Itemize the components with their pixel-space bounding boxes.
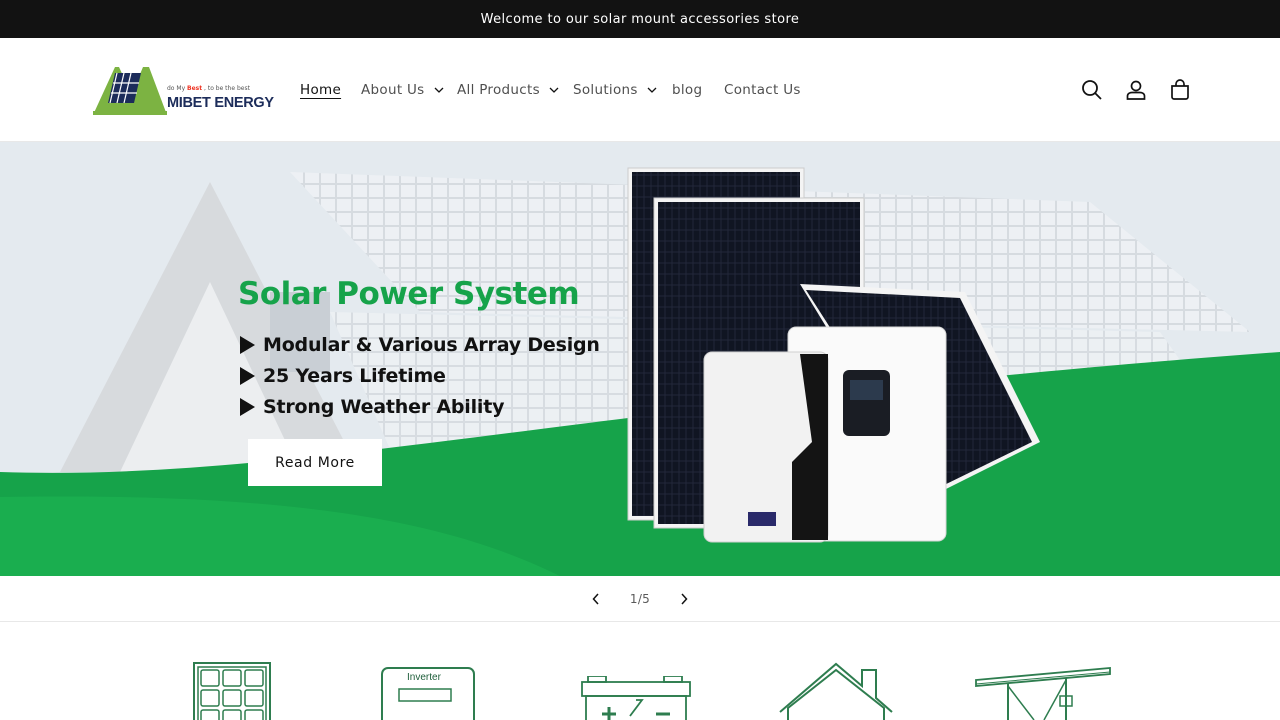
play-bullet-icon [240, 367, 255, 385]
solar-panel-icon[interactable] [193, 662, 273, 720]
nav-label: Solutions [573, 82, 638, 98]
cart-icon[interactable] [1168, 78, 1192, 102]
logo[interactable]: do My Best , to be the best MIBET ENERGY [93, 65, 274, 117]
hero-banner: Solar Power System Modular & Various Arr… [0, 142, 1280, 576]
play-bullet-icon [240, 336, 255, 354]
next-slide-button[interactable] [662, 577, 706, 621]
logo-tagline: do My Best , to be the best [167, 85, 250, 92]
chevron-left-icon [592, 592, 599, 605]
read-more-button[interactable]: Read More [248, 439, 382, 486]
nav-label: Contact Us [724, 82, 801, 98]
nav-item-contact-us[interactable]: Contact Us [724, 76, 801, 104]
announcement-bar: Welcome to our solar mount accessories s… [0, 0, 1280, 38]
account-icon[interactable] [1124, 78, 1148, 102]
hero-title: Solar Power System [238, 276, 580, 312]
play-bullet-icon [240, 398, 255, 416]
logo-mark-icon [93, 67, 167, 115]
mounting-structure-icon[interactable] [974, 666, 1112, 720]
logo-brand: MIBET ENERGY [167, 95, 274, 111]
nav-label: blog [672, 82, 703, 98]
announcement-text: Welcome to our solar mount accessories s… [480, 11, 800, 27]
feature-text: Modular & Various Array Design [263, 334, 600, 356]
hero-feature: 25 Years Lifetime [240, 365, 446, 387]
house-icon[interactable] [776, 662, 896, 720]
slider-controls: 1/5 [0, 576, 1280, 622]
nav-item-about-us[interactable]: About Us [361, 76, 444, 104]
slide-counter: 1/5 [629, 591, 651, 606]
category-icons: Inverter [0, 622, 1280, 720]
battery-icon[interactable] [580, 675, 692, 720]
chevron-down-icon [434, 87, 443, 93]
inverter-icon[interactable]: Inverter [381, 667, 475, 720]
search-icon[interactable] [1080, 78, 1104, 102]
nav-item-solutions[interactable]: Solutions [573, 76, 657, 104]
nav-item-all-products[interactable]: All Products [457, 76, 559, 104]
nav-label: All Products [457, 82, 540, 98]
hero-feature: Strong Weather Ability [240, 396, 505, 418]
feature-text: 25 Years Lifetime [263, 365, 446, 387]
site-header: do My Best , to be the best MIBET ENERGY… [0, 38, 1280, 142]
inverter-label: Inverter [407, 672, 441, 683]
nav-item-blog[interactable]: blog [672, 76, 702, 104]
nav-item-home[interactable]: Home [300, 76, 341, 104]
chevron-right-icon [681, 592, 688, 605]
feature-text: Strong Weather Ability [263, 396, 505, 418]
chevron-down-icon [647, 87, 657, 93]
previous-slide-button[interactable] [574, 577, 618, 621]
nav-label: About Us [361, 82, 425, 98]
chevron-down-icon [549, 87, 559, 93]
nav-label: Home [300, 82, 342, 98]
hero-feature: Modular & Various Array Design [240, 334, 600, 356]
hero-background [0, 142, 1280, 576]
